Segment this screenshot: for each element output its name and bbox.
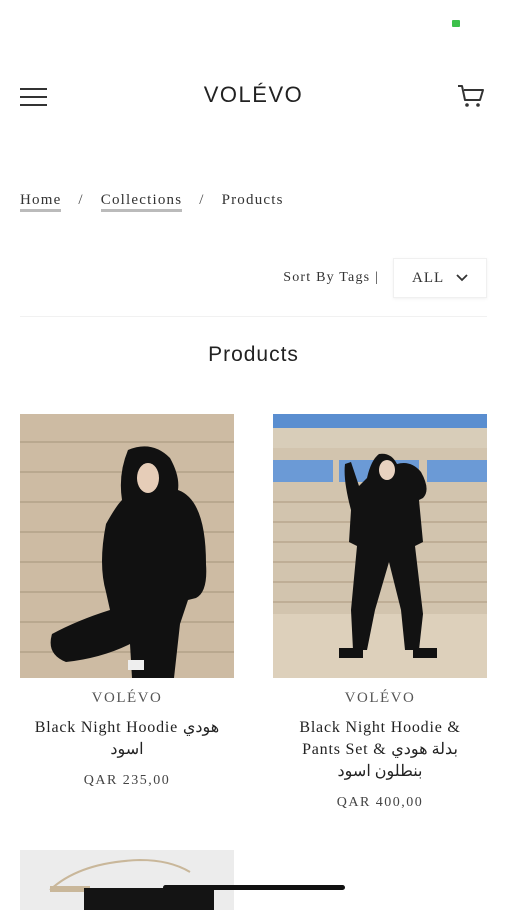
product-price: QAR 400,00 — [336, 795, 424, 810]
product-title[interactable]: Black Night Hoodie & Pants Set & بدلة هو… — [279, 717, 481, 783]
chevron-down-icon — [456, 274, 468, 282]
product-vendor: VOLÉVO — [91, 690, 163, 706]
breadcrumb: Home / Collections / Products — [20, 192, 284, 212]
home-indicator[interactable] — [163, 885, 345, 890]
sort-selected-value: ALL — [412, 269, 445, 286]
divider — [20, 316, 487, 317]
page-title: Products — [208, 343, 299, 366]
product-card: VOLÉVO Black Night Hoodie هودي اسود QAR … — [20, 414, 234, 789]
breadcrumb-collections-link[interactable]: Collections — [100, 192, 183, 212]
product-card: VOLÉVO Black Night Hoodie & Pants Set & … — [273, 414, 487, 811]
sort-tags-select[interactable]: ALL — [393, 258, 487, 298]
product-image[interactable] — [273, 414, 487, 678]
status-indicator — [452, 20, 460, 27]
product-image[interactable] — [20, 850, 234, 910]
product-image[interactable] — [20, 414, 234, 678]
sort-bar: Sort By Tags | ALL — [283, 258, 487, 298]
sort-label: Sort By Tags | — [283, 270, 379, 285]
shopping-cart-icon[interactable] — [456, 82, 486, 110]
product-price: QAR 235,00 — [83, 773, 171, 788]
site-logo[interactable]: VOLÉVO — [0, 82, 507, 108]
product-vendor: VOLÉVO — [344, 690, 416, 706]
breadcrumb-separator: / — [78, 192, 84, 208]
breadcrumb-current: Products — [221, 192, 284, 208]
breadcrumb-separator: / — [199, 192, 205, 208]
site-header: VOLÉVO — [0, 72, 507, 120]
breadcrumb-home-link[interactable]: Home — [20, 192, 62, 212]
product-title[interactable]: Black Night Hoodie هودي اسود — [26, 717, 228, 761]
